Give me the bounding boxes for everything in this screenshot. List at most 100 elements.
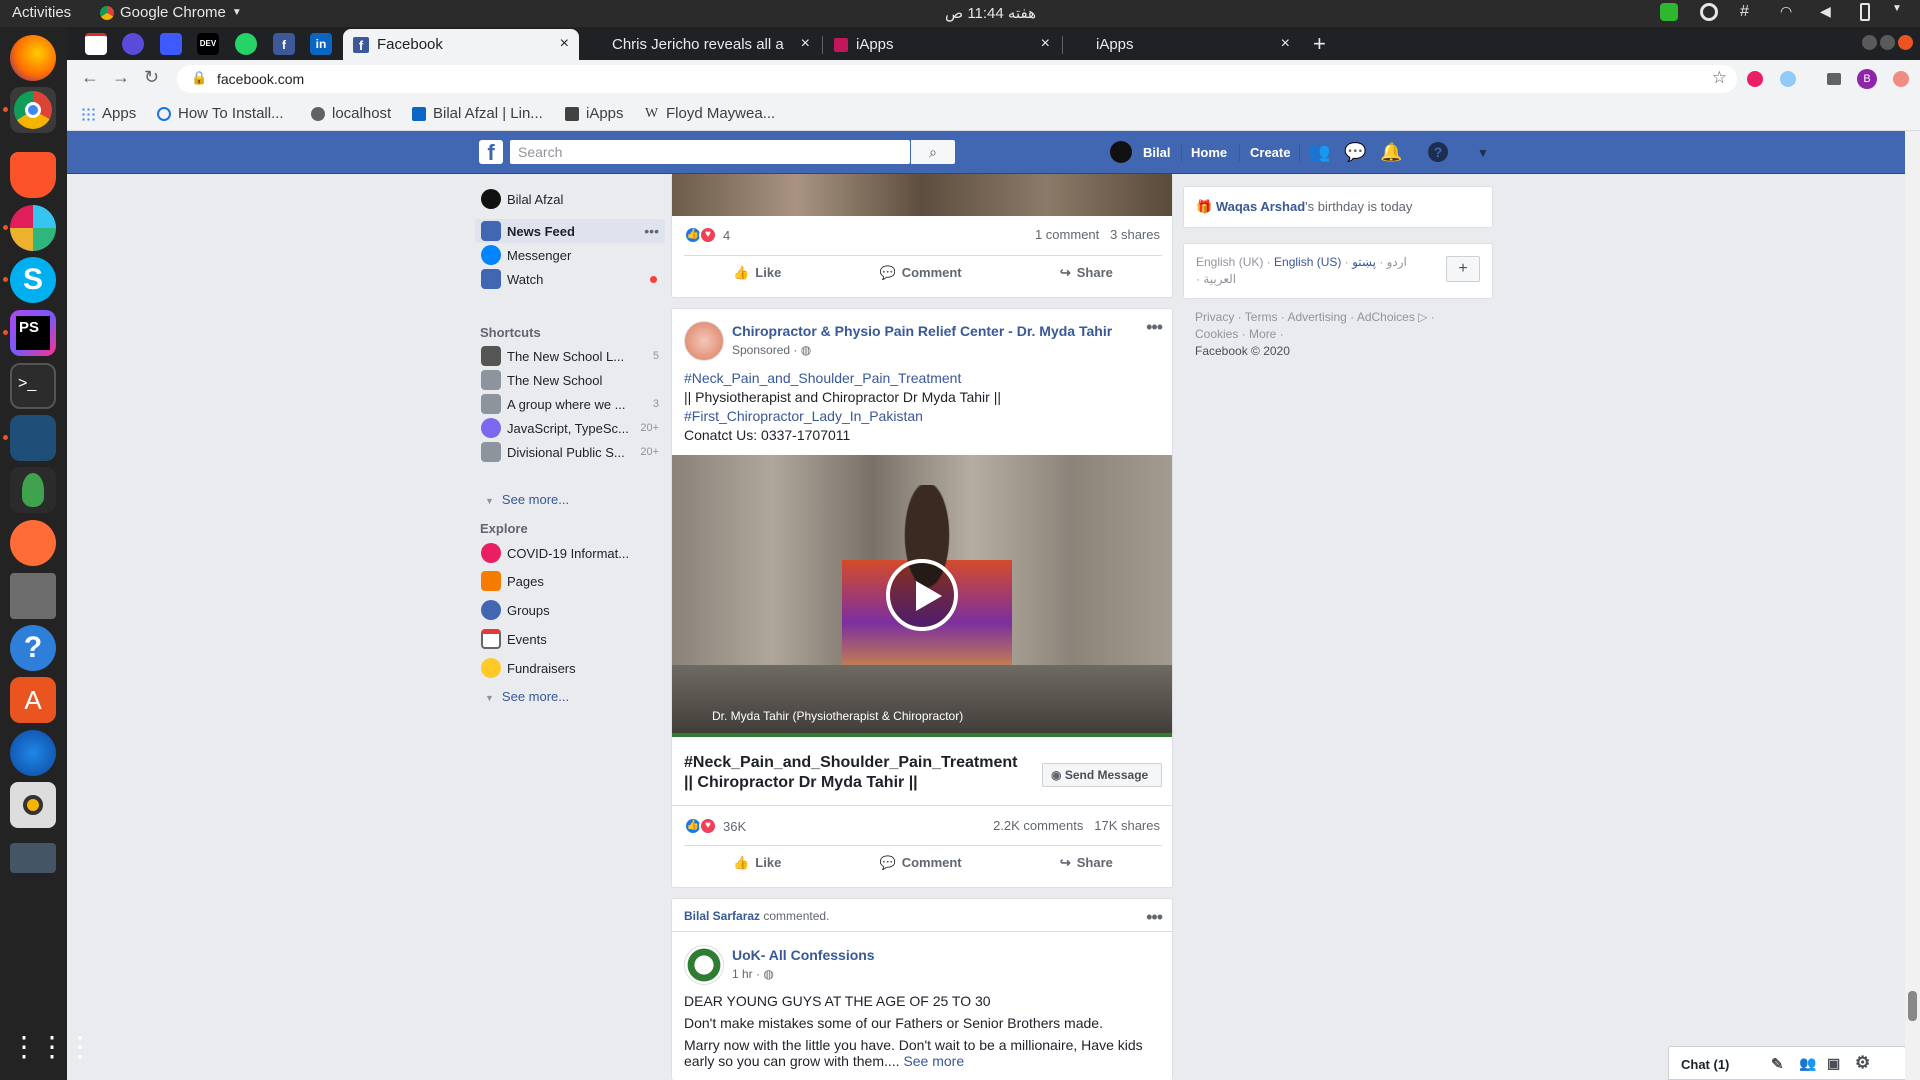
close-icon[interactable]: × <box>1281 35 1290 53</box>
scrollbar-thumb[interactable] <box>1908 991 1917 1021</box>
whatsapp-tab[interactable] <box>235 33 257 55</box>
volume-icon[interactable]: ◀ <box>1820 3 1838 21</box>
close-icon[interactable]: × <box>1041 35 1050 53</box>
video-progress-bar[interactable] <box>672 733 1172 737</box>
chevron-down-icon[interactable]: ▼ <box>1892 3 1910 21</box>
home-link[interactable]: Home <box>1191 145 1227 160</box>
language-option[interactable]: العربية <box>1203 272 1236 286</box>
comment-button[interactable]: 💬 Comment <box>880 265 962 281</box>
chat-bar[interactable]: Chat (1) ✎ 👥 ▣ ⚙ <box>1668 1046 1906 1080</box>
firefox-icon[interactable] <box>10 35 56 81</box>
shares-count[interactable]: 3 shares <box>1110 227 1160 242</box>
skype-icon[interactable]: S <box>10 257 56 303</box>
brave-icon[interactable] <box>10 152 56 198</box>
sidebar-item-watch[interactable]: Watch <box>475 267 665 291</box>
phpstorm-icon[interactable]: PS <box>10 310 56 356</box>
facebook-logo-icon[interactable]: f <box>479 140 503 165</box>
bookmark-apps[interactable]: Apps <box>81 105 136 122</box>
activities-button[interactable]: Activities <box>12 4 71 21</box>
sidebar-item-groups[interactable]: Groups <box>475 598 665 622</box>
bookmark-localhost[interactable]: localhost <box>311 105 391 122</box>
create-link[interactable]: Create <box>1250 145 1290 160</box>
more-options-icon[interactable]: ••• <box>644 223 659 239</box>
footer-link-row[interactable]: Privacy · Terms · Advertising · AdChoice… <box>1195 310 1415 324</box>
search-input[interactable]: Search <box>510 140 910 164</box>
group-chat-icon[interactable]: 👥 <box>1799 1055 1816 1072</box>
pinned-tab-3[interactable] <box>160 33 182 55</box>
account-menu-chevron-icon[interactable]: ▼ <box>1472 142 1494 164</box>
terminal-icon[interactable]: >_ <box>10 363 56 409</box>
like-button[interactable]: 👍 Like <box>733 855 781 871</box>
language-option[interactable]: پښتو <box>1352 255 1376 269</box>
post-image[interactable] <box>672 174 1172 216</box>
postman-icon[interactable] <box>10 520 56 566</box>
close-icon[interactable]: × <box>560 35 569 53</box>
sidebar-item-messenger[interactable]: Messenger <box>475 243 665 267</box>
sidebar-item-shortcut[interactable]: The New School <box>475 368 665 392</box>
sidebar-profile[interactable]: Bilal Afzal <box>475 187 665 211</box>
back-icon[interactable]: ← <box>81 67 99 88</box>
commenter-link[interactable]: Bilal Sarfaraz <box>684 909 760 923</box>
help-icon[interactable]: ? <box>10 625 56 671</box>
update-badge-icon[interactable] <box>1893 71 1909 87</box>
more-options-icon[interactable]: ••• <box>1146 907 1163 928</box>
robo3t-icon[interactable] <box>10 467 56 513</box>
app-menu[interactable]: Google Chrome ▼ <box>100 4 242 21</box>
sidebar-item-shortcut[interactable]: JavaScript, TypeSc... 20+ <box>475 416 665 440</box>
page-avatar[interactable] <box>684 945 724 985</box>
record-icon[interactable] <box>1700 3 1718 21</box>
bookmark-star-icon[interactable]: ☆ <box>1712 68 1727 88</box>
battery-icon[interactable] <box>1860 3 1870 21</box>
clock[interactable]: هفته 11:44 ص <box>945 4 1036 22</box>
comments-count[interactable]: 2.2K comments <box>993 818 1083 833</box>
tab-iapps-2[interactable]: iApps × <box>1064 29 1300 60</box>
page-scrollbar[interactable] <box>1905 131 1920 1080</box>
new-message-icon[interactable]: ✎ <box>1771 1055 1784 1073</box>
screen-icon[interactable] <box>10 843 56 873</box>
reaction-summary[interactable]: 👍 ♥ 4 <box>684 226 730 244</box>
search-button[interactable]: ⌕ <box>911 140 955 164</box>
see-more-explore-link[interactable]: ▼ See more... <box>485 689 569 704</box>
maximize-button[interactable] <box>1880 35 1895 50</box>
update-check-icon[interactable] <box>1660 3 1678 21</box>
sidebar-item-news-feed[interactable]: News Feed ••• <box>475 219 665 243</box>
close-icon[interactable]: × <box>801 35 810 53</box>
sponsored-label[interactable]: Sponsored · <box>732 343 801 357</box>
share-button[interactable]: ↪ Share <box>1060 265 1113 281</box>
media-extension-icon[interactable] <box>1827 73 1841 85</box>
video-call-icon[interactable]: ▣ <box>1827 1055 1840 1072</box>
see-more-shortcuts-link[interactable]: ▼ See more... <box>485 492 569 507</box>
comment-button[interactable]: 💬 Comment <box>880 855 962 871</box>
notifications-bell-icon[interactable]: 🔔 <box>1380 142 1402 164</box>
language-option[interactable]: English (UK) <box>1196 255 1263 269</box>
gmail-tab[interactable] <box>85 33 107 55</box>
thunderbird-icon[interactable] <box>10 730 56 776</box>
reload-icon[interactable]: ↻ <box>144 67 159 88</box>
new-tab-button[interactable]: + <box>1313 31 1326 57</box>
user-avatar[interactable] <box>1110 141 1132 163</box>
sidebar-item-fundraisers[interactable]: Fundraisers <box>475 656 665 680</box>
profile-avatar[interactable]: B <box>1857 69 1877 89</box>
sidebar-item-events[interactable]: Events <box>475 627 665 651</box>
like-button[interactable]: 👍 Like <box>733 265 781 281</box>
lock-icon[interactable]: 🔒 <box>191 70 207 86</box>
wifi-icon[interactable]: ◠ <box>1780 3 1798 21</box>
bookmark-iapps[interactable]: iApps <box>565 105 624 122</box>
address-bar[interactable]: 🔒 facebook.com ☆ <box>177 65 1737 93</box>
pinned-tab-2[interactable] <box>122 33 144 55</box>
close-window-button[interactable] <box>1898 35 1913 50</box>
moon-extension-icon[interactable] <box>1747 71 1763 87</box>
play-icon[interactable] <box>886 559 958 631</box>
slack-icon[interactable] <box>10 205 56 251</box>
page-avatar[interactable] <box>684 321 724 361</box>
language-option[interactable]: اردو <box>1387 255 1407 269</box>
sidebar-item-covid[interactable]: COVID-19 Informat... <box>475 541 665 565</box>
forward-icon[interactable]: → <box>112 67 130 88</box>
bookmark-howto[interactable]: How To Install... <box>157 105 284 122</box>
add-language-button[interactable]: + <box>1446 256 1480 282</box>
tab-iapps-1[interactable]: iApps × <box>824 29 1060 60</box>
show-apps-icon[interactable]: ⋮⋮⋮ <box>10 1027 94 1073</box>
files-icon[interactable] <box>10 573 56 619</box>
chrome-dock-icon[interactable] <box>10 87 56 133</box>
messenger-icon[interactable]: 💬 <box>1344 142 1366 164</box>
